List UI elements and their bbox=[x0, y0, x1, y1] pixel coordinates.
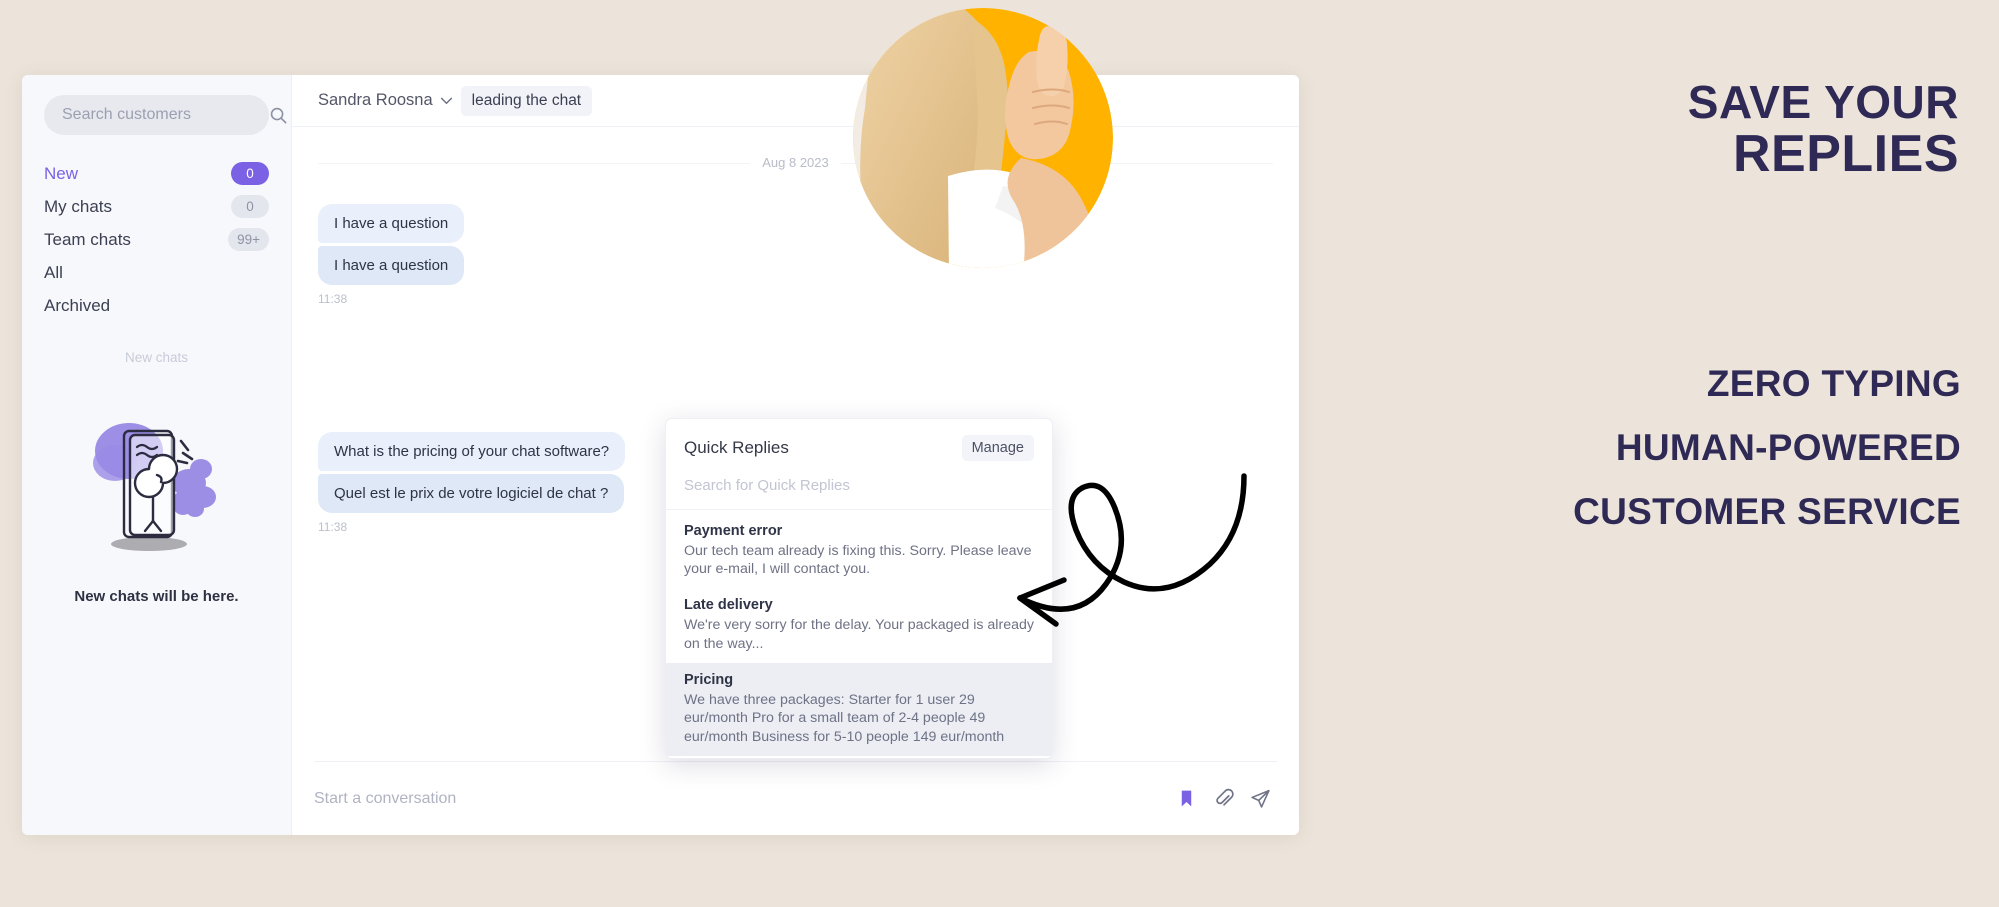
sidebar-item-label: Archived bbox=[44, 295, 111, 315]
search-input[interactable] bbox=[62, 106, 269, 124]
agent-name-label: Sandra Roosna bbox=[318, 91, 433, 109]
quick-reply-body: We're very sorry for the delay. Your pac… bbox=[684, 617, 1034, 652]
quick-reply-title: Late delivery bbox=[684, 597, 773, 614]
sidebar-item-label: My chats bbox=[44, 196, 113, 216]
agent-selector[interactable]: Sandra Roosna bbox=[318, 91, 453, 110]
search-customers-box[interactable] bbox=[44, 95, 287, 135]
promo-subheadline: ZERO TYPING HUMAN-POWERED CUSTOMER SERVI… bbox=[1321, 352, 1961, 544]
chat-role-chip[interactable]: leading the chat bbox=[460, 85, 593, 116]
sidebar: New 0 My chats 0 Team chats 99+ All Arch… bbox=[22, 75, 292, 835]
chat-filter-list: New 0 My chats 0 Team chats 99+ All Arch… bbox=[44, 157, 269, 322]
composer-actions bbox=[1176, 788, 1277, 809]
chat-app-window: New 0 My chats 0 Team chats 99+ All Arch… bbox=[22, 75, 1299, 835]
promo-subline-2: HUMAN-POWERED bbox=[1615, 427, 1961, 468]
message-row: I have a question bbox=[318, 246, 1273, 285]
quick-replies-title: Quick Replies bbox=[684, 437, 789, 457]
quick-replies-search-input[interactable] bbox=[684, 476, 1034, 494]
manage-quick-replies-button[interactable]: Manage bbox=[961, 434, 1034, 461]
promo-panel: SAVE YOUR REPLIES ZERO TYPING HUMAN-POWE… bbox=[1299, 0, 1999, 907]
search-icon bbox=[269, 106, 288, 125]
date-separator-label: Aug 8 2023 bbox=[750, 155, 841, 170]
paperclip-icon[interactable] bbox=[1213, 788, 1234, 809]
sidebar-empty-state: New chats will be here. bbox=[22, 405, 291, 605]
quick-replies-panel: Quick Replies Manage Payment error Our t… bbox=[665, 417, 1053, 759]
thumbs-up-photo bbox=[853, 8, 1113, 268]
message-row: I have a question bbox=[318, 204, 1273, 243]
quick-replies-list: Payment error Our tech team already is f… bbox=[666, 510, 1052, 758]
quick-replies-search[interactable] bbox=[666, 471, 1052, 510]
promo-subline-1: ZERO TYPING bbox=[1706, 363, 1961, 404]
sidebar-item-new[interactable]: New 0 bbox=[44, 157, 269, 190]
message-bubble: I have a question bbox=[318, 204, 465, 243]
send-icon[interactable] bbox=[1250, 788, 1271, 809]
promo-headline-line2: REPLIES bbox=[1733, 124, 1959, 183]
quick-reply-item-payment-error[interactable]: Payment error Our tech team already is f… bbox=[666, 514, 1052, 589]
message-timestamp: 11:38 bbox=[318, 292, 348, 306]
message-bubble: I have a question bbox=[318, 246, 465, 285]
promo-subline-3: CUSTOMER SERVICE bbox=[1573, 491, 1961, 532]
sidebar-badge-my-chats: 0 bbox=[231, 195, 269, 218]
sidebar-item-my-chats[interactable]: My chats 0 bbox=[44, 190, 269, 223]
message-bubble: What is the pricing of your chat softwar… bbox=[318, 432, 626, 471]
message-group: I have a question I have a question 11:3… bbox=[318, 204, 1273, 306]
empty-chats-illustration bbox=[92, 423, 216, 551]
quick-replies-header: Quick Replies Manage bbox=[666, 419, 1052, 471]
bookmark-icon[interactable] bbox=[1176, 788, 1197, 809]
sidebar-badge-new: 0 bbox=[231, 162, 269, 185]
sidebar-item-team-chats[interactable]: Team chats 99+ bbox=[44, 223, 269, 256]
quick-reply-title: Pricing bbox=[684, 672, 734, 689]
chat-header: Sandra Roosna leading the chat bbox=[292, 75, 1299, 127]
new-chats-divider-label: New chats bbox=[124, 350, 189, 365]
message-input[interactable] bbox=[314, 789, 1164, 808]
quick-reply-title: Payment error bbox=[684, 522, 783, 539]
sidebar-item-label: Team chats bbox=[44, 229, 131, 249]
message-composer bbox=[314, 761, 1277, 835]
curved-arrow-doodle bbox=[1017, 473, 1247, 627]
empty-state-text: New chats will be here. bbox=[74, 588, 239, 605]
sidebar-item-label: New bbox=[44, 163, 79, 183]
sidebar-badge-team-chats: 99+ bbox=[228, 228, 269, 251]
message-bubble: Quel est le prix de votre logiciel de ch… bbox=[318, 474, 625, 513]
chevron-down-icon bbox=[440, 97, 452, 104]
quick-reply-body: We have three packages: Starter for 1 us… bbox=[684, 692, 1005, 745]
sidebar-item-label: All bbox=[44, 262, 63, 282]
date-separator: Aug 8 2023 bbox=[318, 155, 1273, 170]
sidebar-item-archived[interactable]: Archived bbox=[44, 289, 269, 322]
quick-reply-body: Our tech team already is fixing this. So… bbox=[684, 542, 1032, 578]
quick-reply-item-pricing[interactable]: Pricing We have three packages: Starter … bbox=[666, 663, 1052, 756]
promo-headline: SAVE YOUR REPLIES bbox=[1339, 78, 1959, 182]
quick-reply-item-late-delivery[interactable]: Late delivery We're very sorry for the d… bbox=[666, 588, 1052, 663]
chat-panel: Sandra Roosna leading the chat Aug 8 202… bbox=[292, 75, 1299, 835]
sidebar-item-all[interactable]: All bbox=[44, 256, 269, 289]
promo-headline-line1: SAVE YOUR bbox=[1687, 76, 1959, 128]
